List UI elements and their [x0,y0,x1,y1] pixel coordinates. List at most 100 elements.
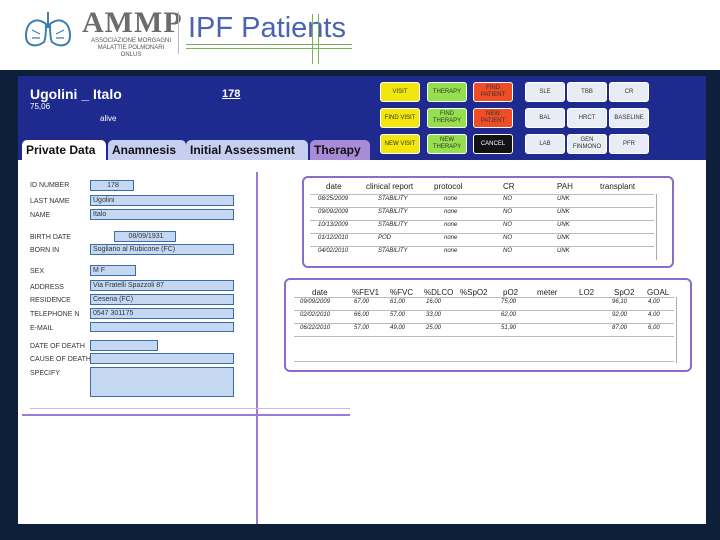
title-cross-1 [312,14,313,64]
visit-button[interactable]: VISIT [380,82,420,102]
pft-header-meter: meter [537,288,558,297]
therapy-button[interactable]: THERAPY [427,82,467,102]
pfr-button[interactable]: PFR [609,134,649,154]
pft-header-fev1: %FEV1 [352,288,380,297]
id-number-field[interactable]: 178 [90,180,134,191]
pft-goal: 6,00 [648,325,660,331]
pft-date: 09/09/2009 [300,299,331,305]
label-specify: SPECIFY [30,370,60,377]
find-patient-button[interactable]: FIND PATIENT [473,82,513,102]
date-of-death-field[interactable] [90,340,158,351]
pft-scrollbar[interactable] [676,297,685,363]
table-row[interactable] [310,207,654,218]
patient-id: 178 [222,88,241,100]
pft-dlco: 16,00 [426,299,442,305]
lungs-logo-icon [24,12,72,47]
name-field[interactable]: Italo [90,209,234,220]
visit-protocol: none [444,196,458,202]
tbb-button[interactable]: TBB [567,82,607,102]
visit-pah: UNK [557,235,570,241]
visit-pah: UNK [557,222,570,228]
hrct-button[interactable]: HRCT [567,108,607,128]
pft-goal: 4,00 [648,312,660,318]
tab-initial-assessment[interactable]: Initial Assessment [186,140,308,160]
pft-goal: 4,00 [648,299,660,305]
visit-date: 04/02/2010 [318,248,349,254]
birth-date-field[interactable]: 08/09/1931 [114,231,176,242]
pft-dlco: 25,00 [426,325,442,331]
visits-header-cr: CR [503,182,515,191]
cause-of-death-field[interactable] [90,353,234,364]
label-id-number: ID NUMBER [30,182,70,189]
visit-protocol: none [444,209,458,215]
born-in-field[interactable]: Sogliano al Rubicone (FC) [90,244,234,255]
gen-finmono-button[interactable]: GEN FINMONO [567,134,607,154]
cancel-button[interactable]: CANCEL [473,134,513,154]
visits-header-date: date [326,182,342,191]
pft-po2: 51,90 [501,325,517,331]
new-visit-button[interactable]: NEW VISIT [380,134,420,154]
pft-header-goal: GOAL [647,288,670,297]
sle-button[interactable]: SLE [525,82,565,102]
new-therapy-button[interactable]: NEW THERAPY [427,134,467,154]
visit-protocol: none [444,235,458,241]
label-birth-date: BIRTH DATE [30,234,71,241]
find-visit-button[interactable]: FIND VISIT [380,108,420,128]
last-name-field[interactable]: Ugolini [90,195,234,206]
purple-horizontal-line [22,414,350,416]
sex-radio-group[interactable]: M F [90,265,136,276]
table-row[interactable] [310,246,654,257]
baseline-button[interactable]: BASELINE [609,108,649,128]
pft-fev1: 67,00 [354,299,370,305]
table-row-empty[interactable] [294,336,674,362]
visit-date: 01/12/2010 [318,235,349,241]
pft-header-pct-spo2: %SpO2 [460,288,488,297]
visit-report: STABILITY [378,209,408,215]
specify-field[interactable] [90,367,234,397]
pft-date: 06/22/2010 [300,325,331,331]
purple-horizontal-line-2 [30,408,350,409]
residence-field[interactable]: Cesena (FC) [90,294,234,305]
tab-anamnesis[interactable]: Anamnesis [108,140,186,160]
label-address: ADDRESS [30,284,64,291]
logo-text: AMMP [82,6,183,39]
visits-header-transplant: transplant [600,182,636,191]
label-telephone: TELEPHONE N [30,311,80,318]
table-row[interactable] [310,220,654,231]
address-field[interactable]: Via Fratelli Spazzoli 87 [90,280,234,291]
email-field[interactable] [90,322,234,332]
lab-button[interactable]: LAB [525,134,565,154]
pft-fev1: 57,00 [354,325,370,331]
pft-header-po2: pO2 [503,288,519,297]
telephone-field[interactable]: 0547 301175 [90,308,234,319]
pft-spo2: 92,00 [612,312,628,318]
logo-subtitle-line1: ASSOCIAZIONE MORGAGNI MALATTIE POLMONARI [90,38,171,51]
title-underline [186,44,352,45]
visit-cr: NO [503,196,512,202]
pft-dlco: 33,00 [426,312,442,318]
table-row[interactable] [310,233,654,244]
pft-spo2: 96,10 [612,299,628,305]
logo-subtitle: ASSOCIAZIONE MORGAGNI MALATTIE POLMONARI… [86,38,176,59]
tab-private-data[interactable]: Private Data [22,140,106,160]
find-therapy-button[interactable]: FIND THERAPY [427,108,467,128]
table-row[interactable] [310,194,654,205]
tab-therapy[interactable]: Therapy [310,140,370,160]
purple-vertical-line [256,172,258,524]
bal-button[interactable]: BAL [525,108,565,128]
new-patient-button[interactable]: NEW PATIENT [473,108,513,128]
visits-scrollbar[interactable] [656,194,665,260]
pft-spo2: 87,00 [612,325,628,331]
label-last-name: LAST NAME [30,198,70,205]
title-underline-2 [186,48,352,49]
logo-divider [178,12,179,54]
visit-report: STABILITY [378,222,408,228]
pft-header-date: date [312,288,328,297]
visit-protocol: none [444,222,458,228]
pft-header-lo2: LO2 [579,288,595,297]
pft-po2: 62,00 [501,312,517,318]
cr-button[interactable]: CR [609,82,649,102]
visit-date: 10/13/2009 [318,222,349,228]
pft-date: 02/02/2010 [300,312,331,318]
visits-header-pah: PAH [557,182,573,191]
